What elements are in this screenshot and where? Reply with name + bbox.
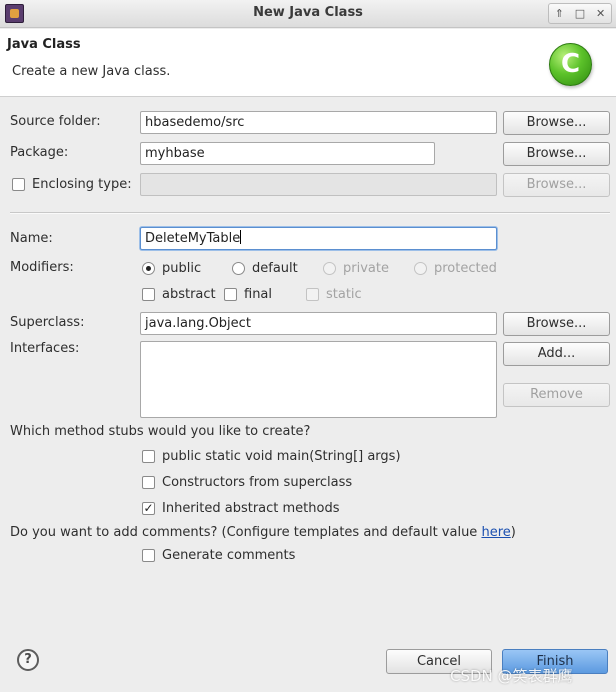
- comments-question-text: Do you want to add comments? (Configure …: [10, 525, 482, 540]
- modifier-static-checkbox: static: [306, 287, 362, 302]
- checkbox-label: Inherited abstract methods: [162, 501, 340, 516]
- checkbox-box: [306, 288, 319, 301]
- close-icon[interactable]: ✕: [592, 4, 610, 23]
- banner-description: Create a new Java class.: [12, 64, 171, 79]
- configure-templates-link[interactable]: here: [481, 525, 510, 540]
- modifier-abstract-checkbox[interactable]: abstract: [142, 287, 216, 302]
- checkbox-box: [142, 549, 155, 562]
- superclass-input[interactable]: java.lang.Object: [140, 312, 497, 335]
- watermark: CSDN @笑表群鹰: [450, 667, 573, 685]
- text-caret: [240, 230, 242, 244]
- comments-question: Do you want to add comments? (Configure …: [10, 525, 516, 540]
- window-controls: ⇑ □ ✕: [548, 3, 612, 24]
- modifiers-label: Modifiers:: [10, 260, 74, 275]
- package-input[interactable]: myhbase: [140, 142, 435, 165]
- radio-dot: [142, 262, 155, 275]
- interfaces-remove-button: Remove: [503, 383, 610, 407]
- modifier-final-checkbox[interactable]: final: [224, 287, 272, 302]
- checkbox-label: final: [244, 287, 273, 302]
- checkbox-box: [142, 288, 155, 301]
- source-folder-browse-button[interactable]: Browse...: [503, 111, 610, 135]
- title-bar: New Java Class ⇑ □ ✕: [0, 0, 616, 28]
- maximize-up-icon[interactable]: ⇑: [550, 4, 568, 23]
- checkbox-label: Constructors from superclass: [162, 475, 353, 490]
- package-browse-button[interactable]: Browse...: [503, 142, 610, 166]
- enclosing-type-label: Enclosing type:: [32, 177, 132, 192]
- separator: [10, 212, 610, 214]
- name-input-value: DeleteMyTable: [145, 231, 241, 246]
- superclass-label: Superclass:: [10, 315, 85, 330]
- checkbox-label: Generate comments: [162, 548, 296, 563]
- interfaces-label: Interfaces:: [10, 341, 80, 356]
- checkmark-icon: ✓: [142, 501, 155, 515]
- checkbox-box: [224, 288, 237, 301]
- stub-main-checkbox[interactable]: public static void main(String[] args): [142, 449, 401, 464]
- radio-dot: [232, 262, 245, 275]
- radio-label: public: [162, 261, 202, 276]
- radio-label: default: [252, 261, 298, 276]
- radio-label: protected: [434, 261, 497, 276]
- comments-question-end: ): [510, 525, 516, 540]
- radio-dot: [323, 262, 336, 275]
- new-java-class-dialog: New Java Class ⇑ □ ✕ Java Class Create a…: [0, 0, 616, 692]
- modifier-protected-radio: protected: [414, 261, 497, 276]
- superclass-browse-button[interactable]: Browse...: [503, 312, 610, 336]
- interfaces-add-button[interactable]: Add...: [503, 342, 610, 366]
- java-class-logo-icon: C: [549, 43, 592, 86]
- checkbox-label: static: [326, 287, 362, 302]
- checkbox-box: [12, 178, 25, 191]
- checkbox-label: public static void main(String[] args): [162, 449, 401, 464]
- radio-label: private: [343, 261, 389, 276]
- checkbox-label: abstract: [162, 287, 216, 302]
- modifier-private-radio: private: [323, 261, 389, 276]
- name-label: Name:: [10, 231, 53, 246]
- enclosing-type-browse-button: Browse...: [503, 173, 610, 197]
- stub-constructors-checkbox[interactable]: Constructors from superclass: [142, 475, 352, 490]
- stub-inherited-abstract-checkbox[interactable]: ✓ Inherited abstract methods: [142, 501, 340, 516]
- enclosing-type-input: [140, 173, 497, 196]
- radio-dot: [414, 262, 427, 275]
- name-input[interactable]: DeleteMyTable: [140, 227, 497, 250]
- method-stubs-question: Which method stubs would you like to cre…: [10, 424, 311, 439]
- modifier-default-radio[interactable]: default: [232, 261, 298, 276]
- interfaces-list[interactable]: [140, 341, 497, 418]
- modifier-public-radio[interactable]: public: [142, 261, 201, 276]
- generate-comments-checkbox[interactable]: Generate comments: [142, 548, 295, 563]
- checkbox-box: [142, 476, 155, 489]
- source-folder-label: Source folder:: [10, 114, 101, 129]
- help-icon[interactable]: ?: [17, 649, 39, 671]
- window-title: New Java Class: [253, 5, 363, 20]
- enclosing-type-checkbox[interactable]: Enclosing type:: [12, 177, 132, 192]
- source-folder-input[interactable]: hbasedemo/src: [140, 111, 497, 134]
- package-label: Package:: [10, 145, 69, 160]
- header-banner: Java Class Create a new Java class. C: [0, 29, 616, 97]
- checkbox-box: [142, 450, 155, 463]
- restore-icon[interactable]: □: [571, 4, 589, 23]
- banner-title: Java Class: [7, 37, 81, 52]
